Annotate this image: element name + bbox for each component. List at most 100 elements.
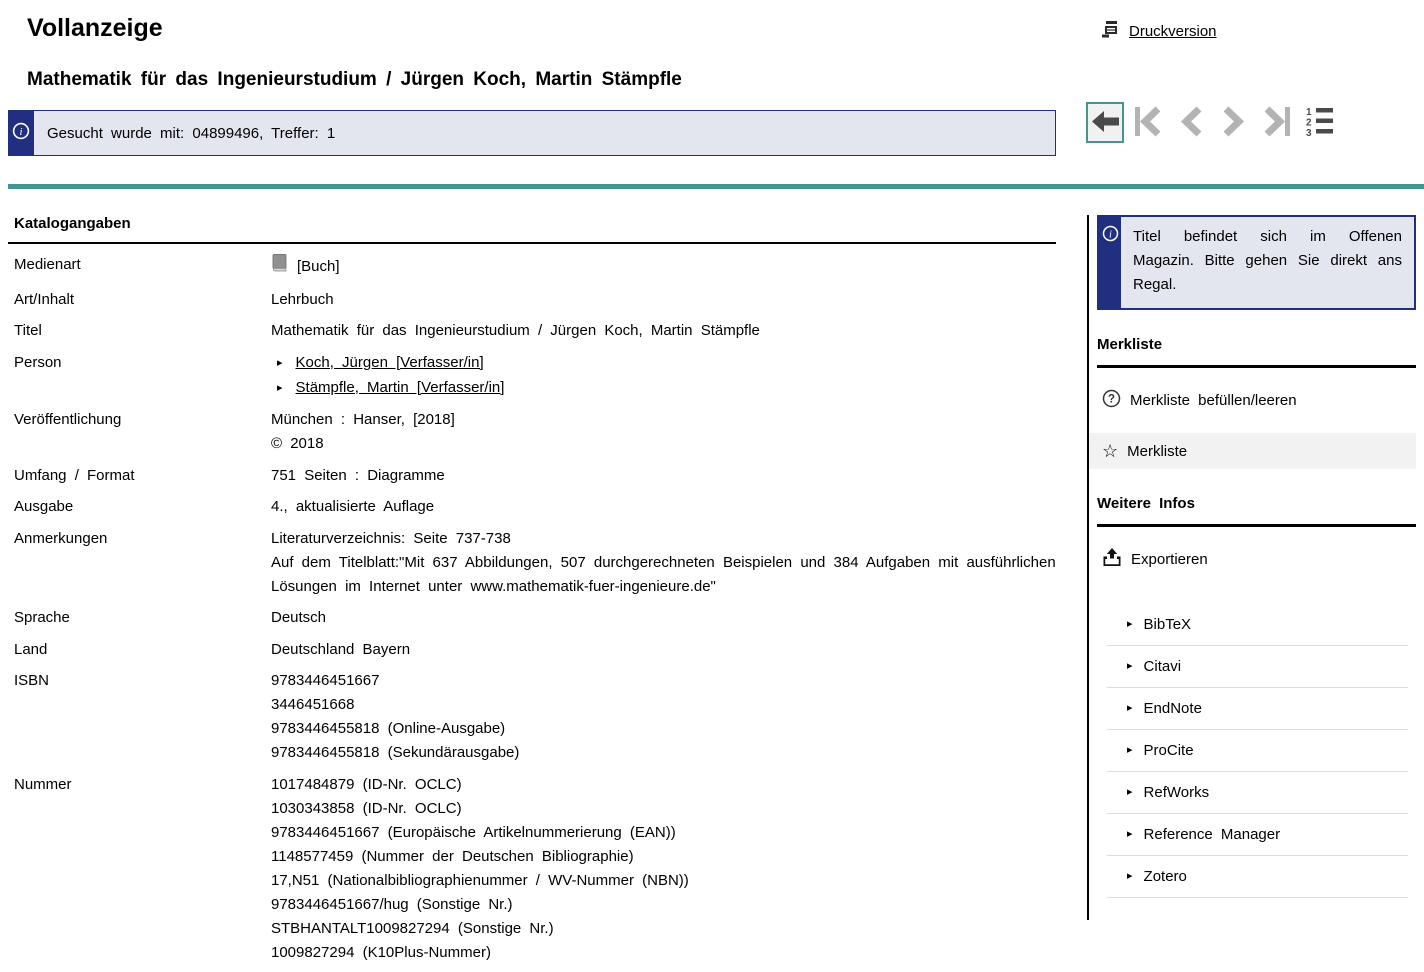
catalog-value-line: 9783446451667/hug (Sonstige Nr.) <box>271 893 1056 917</box>
export-format-label: Zotero <box>1144 868 1187 885</box>
info-icon: i <box>12 122 30 145</box>
next-page-button[interactable] <box>1215 102 1253 143</box>
back-arrow-icon <box>1091 110 1120 136</box>
catalog-row: Medienart[Buch] <box>14 253 1056 280</box>
catalog-row: Person▸ Koch, Jürgen [Verfasser/in]▸ Stämp… <box>14 351 1056 401</box>
info-icon: i <box>1102 225 1119 308</box>
merkliste-fill-label: Merkliste befüllen/leeren <box>1130 392 1297 409</box>
catalog-value-line: 4., aktualisierte Auflage <box>271 495 1056 519</box>
catalog-row-label: Nummer <box>14 773 271 965</box>
catalog-value-line: 9783446451667 (Europäische Artikelnummer… <box>271 821 1056 845</box>
person-link-line: ▸ Stämpfle, Martin [Verfasser/in] <box>271 376 1056 401</box>
svg-text:3: 3 <box>1306 128 1312 136</box>
export-format-item[interactable]: ▸ Citavi <box>1089 646 1416 687</box>
catalog-row-label: Medienart <box>14 253 271 280</box>
catalog-row-label: Veröffentlichung <box>14 408 271 456</box>
export-format-label: Citavi <box>1144 658 1182 675</box>
export-format-item[interactable]: ▸RefWorks <box>1089 772 1416 813</box>
exportieren-item[interactable]: Exportieren <box>1089 540 1416 579</box>
person-link[interactable]: Stämpfle, Martin [Verfasser/in] <box>296 376 505 400</box>
info-strip: i <box>8 110 34 156</box>
export-format-list: ▸BibTeX▸Citavi▸EndNote▸ProCite▸RefWorks▸… <box>1089 604 1416 898</box>
catalog-heading: Katalogangaben <box>8 207 1056 244</box>
catalog-row: Art/InhaltLehrbuch <box>14 288 1056 312</box>
catalog-row-label: Titel <box>14 319 271 343</box>
catalog-rows: Medienart[Buch]Art/InhaltLehrbuchTitelMa… <box>8 253 1056 965</box>
catalog-value-line: Deutsch <box>271 606 1056 630</box>
catalog-value-line: 1009827294 (K10Plus-Nummer) <box>271 941 1056 965</box>
catalog-row-value: Deutsch <box>271 606 1056 630</box>
arrow-right-icon: ▸ <box>277 376 283 400</box>
catalog-value-line: Mathematik für das Ingenieurstudium / Jü… <box>271 319 1056 343</box>
merkliste-item[interactable]: ☆ Merkliste <box>1089 433 1416 469</box>
catalog-row-value: 1017484879 (ID-Nr. OCLC)1030343858 (ID-N… <box>271 773 1056 965</box>
print-version-link[interactable]: Druckversion <box>1101 20 1217 43</box>
catalog-row: ISBN978344645166734464516689783446455818… <box>14 669 1056 765</box>
svg-text:1: 1 <box>1306 107 1312 118</box>
catalog-value-line: München : Hanser, [2018] <box>271 408 1056 432</box>
availability-notice-text: Titel befindet sich im Offenen Magazin. … <box>1121 217 1414 308</box>
export-icon <box>1102 548 1122 571</box>
weitere-infos-heading: Weitere Infos <box>1097 495 1416 527</box>
star-icon: ☆ <box>1102 442 1118 460</box>
exportieren-label: Exportieren <box>1131 551 1208 568</box>
sidebar: i Titel befindet sich im Offenen Magazin… <box>1089 215 1416 898</box>
catalog-row-value: München : Hanser, [2018]© 2018 <box>271 408 1056 456</box>
merkliste-heading: Merkliste <box>1097 336 1416 368</box>
catalog-value-line: Auf dem Titelblatt:"Mit 637 Abbildungen,… <box>271 551 1056 599</box>
arrow-right-icon: ▸ <box>1127 701 1133 714</box>
catalog-row: Umfang / Format751 Seiten : Diagramme <box>14 464 1056 488</box>
previous-page-button[interactable] <box>1172 102 1210 143</box>
catalog-row-value: [Buch] <box>271 253 1056 280</box>
print-version-label: Druckversion <box>1129 23 1217 40</box>
catalog-value-line: Deutschland Bayern <box>271 638 1056 662</box>
catalog-row-label: Person <box>14 351 271 401</box>
export-format-item[interactable]: ▸ProCite <box>1089 730 1416 771</box>
export-format-item[interactable]: ▸BibTeX <box>1089 604 1416 645</box>
catalog-value-line: 3446451668 <box>271 693 1056 717</box>
search-notice-text: Gesucht wurde mit: 04899496, Treffer: 1 <box>47 111 335 155</box>
back-button[interactable] <box>1086 102 1124 143</box>
export-format-item[interactable]: ▸Reference Manager <box>1089 814 1416 855</box>
catalog-row: LandDeutschland Bayern <box>14 638 1056 662</box>
last-page-button[interactable] <box>1258 102 1296 143</box>
notice-info-strip: i <box>1099 217 1121 308</box>
first-page-icon <box>1133 105 1163 141</box>
export-format-label: Reference Manager <box>1144 826 1281 843</box>
person-link[interactable]: Koch, Jürgen [Verfasser/in] <box>296 351 484 375</box>
catalog-value-line: 9783446455818 (Sekundärausgabe) <box>271 741 1056 765</box>
record-navigation: 1 2 3 <box>1086 102 1339 143</box>
list-divider <box>1107 897 1408 898</box>
first-page-button[interactable] <box>1129 102 1167 143</box>
catalog-value-line: 17,N51 (Nationalbibliographienummer / WV… <box>271 869 1056 893</box>
export-format-label: RefWorks <box>1144 784 1210 801</box>
arrow-right-icon: ▸ <box>1127 743 1133 756</box>
search-result-notice: i Gesucht wurde mit: 04899496, Treffer: … <box>8 110 1056 156</box>
catalog-row-value: ▸ Koch, Jürgen [Verfasser/in]▸ Stämpfle, M… <box>271 351 1056 401</box>
catalog-value-line: Lehrbuch <box>271 288 1056 312</box>
question-circle-icon: ? <box>1102 389 1121 412</box>
arrow-right-icon: ▸ <box>1127 659 1133 672</box>
catalog-row-label: Art/Inhalt <box>14 288 271 312</box>
svg-text:i: i <box>19 126 22 138</box>
catalog-row-label: Sprache <box>14 606 271 630</box>
catalog-row-label: Umfang / Format <box>14 464 271 488</box>
catalog-row: VeröffentlichungMünchen : Hanser, [2018]… <box>14 408 1056 456</box>
result-list-button[interactable]: 1 2 3 <box>1301 102 1339 143</box>
previous-page-icon <box>1178 105 1204 141</box>
catalog-value-line: STBHANTALT1009827294 (Sonstige Nr.) <box>271 917 1056 941</box>
catalog-row-value: 978344645166734464516689783446455818 (On… <box>271 669 1056 765</box>
export-format-item[interactable]: ▸ EndNote <box>1089 688 1416 729</box>
export-format-label: EndNote <box>1144 700 1202 717</box>
book-icon <box>271 253 288 280</box>
export-format-item[interactable]: ▸Zotero <box>1089 856 1416 897</box>
catalog-value-line: 1017484879 (ID-Nr. OCLC) <box>271 773 1056 797</box>
vollanzeige-page: Vollanzeige Druckversion Mathematik für … <box>0 0 1424 962</box>
catalog-value-line: 9783446451667 <box>271 669 1056 693</box>
catalog-value-line: 1030343858 (ID-Nr. OCLC) <box>271 797 1056 821</box>
catalog-row-value: Mathematik für das Ingenieurstudium / Jü… <box>271 319 1056 343</box>
catalog-row-value: 4., aktualisierte Auflage <box>271 495 1056 519</box>
merkliste-fill-item[interactable]: ? Merkliste befüllen/leeren <box>1089 381 1416 420</box>
printer-icon <box>1101 20 1120 43</box>
svg-text:i: i <box>1109 229 1112 240</box>
